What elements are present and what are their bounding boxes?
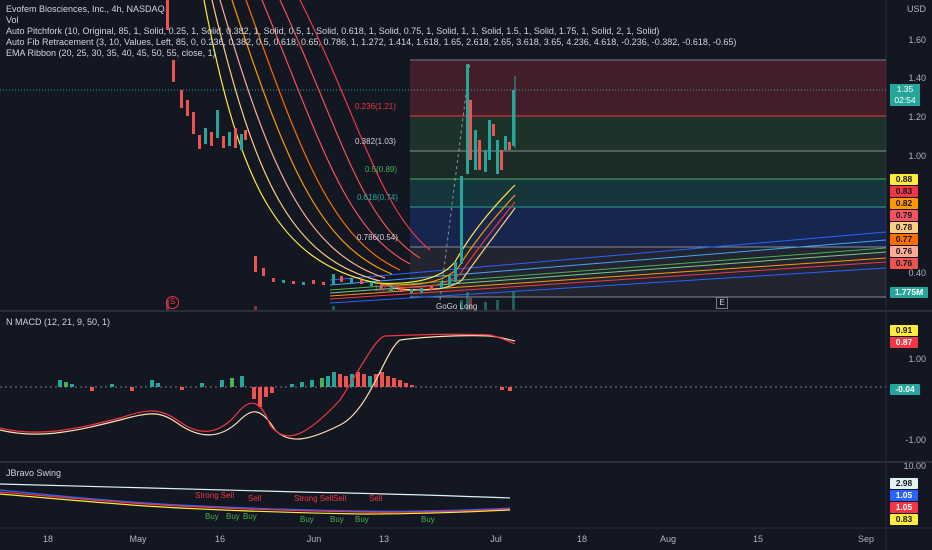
macd-axis-label: 1.00: [908, 354, 926, 364]
ema-price-tag: 0.83: [890, 186, 918, 197]
buy-signal: Buy: [226, 512, 240, 521]
buy-signal: Buy: [355, 515, 369, 524]
volume-tag: 1.775M: [890, 287, 928, 298]
fib-legend[interactable]: Auto Fib Retracement (3, 10, Values, Lef…: [6, 37, 736, 48]
buy-signal: Buy: [205, 512, 219, 521]
fib-level-label: 0.786(0.54): [357, 233, 398, 242]
split-marker[interactable]: S: [166, 296, 179, 309]
time-axis-label: 18: [576, 534, 588, 544]
jbravo-tag: 0.83: [890, 514, 918, 525]
sell-signal: Sell: [333, 494, 347, 503]
jbravo-tag: 2.98: [890, 478, 918, 489]
time-axis-label: Jun: [306, 534, 322, 544]
buy-signal: Buy: [300, 515, 314, 524]
ema-price-tag: 0.82: [890, 198, 918, 209]
ema-price-tag: 0.78: [890, 222, 918, 233]
pitchfork-legend[interactable]: Auto Pitchfork (10, Original, 85, 1, Sol…: [6, 26, 736, 37]
price-axis-label: 1.00: [908, 151, 926, 161]
current-price-tag: 1.35 02:54: [890, 84, 920, 106]
sell-signal: Sell: [369, 494, 383, 503]
price-axis-label: 1.40: [908, 73, 926, 83]
fib-level-label: 0.5(0.89): [365, 165, 398, 174]
volume-legend[interactable]: Vol: [6, 15, 736, 26]
currency-label: USD: [906, 4, 926, 14]
fib-level-label: 0.382(1.03): [355, 137, 396, 146]
fib-retracement[interactable]: [410, 59, 886, 298]
fib-level-label: 1(0.27): [374, 284, 400, 293]
macd-tag: -0.04: [890, 384, 920, 395]
sell-signal: Strong Sell: [195, 491, 235, 500]
earnings-marker[interactable]: E: [716, 297, 728, 309]
sell-signal: Strong Sell: [294, 494, 334, 503]
price-axis-label: 0.40: [908, 268, 926, 278]
price-axis-label: 1.60: [908, 35, 926, 45]
fib-level-label: 0.618(0.74): [357, 193, 398, 202]
time-axis-label: 13: [378, 534, 390, 544]
macd-tag: 0.87: [890, 337, 918, 348]
gogo-long-label: GoGo Long: [436, 302, 478, 311]
buy-signal: Buy: [421, 515, 435, 524]
macd-histogram[interactable]: [58, 372, 512, 407]
buy-signal: Buy: [330, 515, 344, 524]
time-axis-label: May: [129, 534, 147, 544]
macd-lines[interactable]: [0, 333, 516, 440]
fib-level-label: 0.236(1.21): [355, 102, 396, 111]
macd-axis-label: -1.00: [905, 435, 926, 445]
time-axis-label: Aug: [659, 534, 677, 544]
jbravo-tag: 1.05: [890, 502, 918, 513]
ema-ribbon-legend[interactable]: EMA Ribbon (20, 25, 30, 35, 40, 45, 50, …: [6, 48, 736, 59]
macd-title[interactable]: N MACD (12, 21, 9, 50, 1): [6, 317, 110, 327]
macd-tag: 0.91: [890, 325, 918, 336]
time-axis-label: 15: [752, 534, 764, 544]
time-axis-label: 18: [42, 534, 54, 544]
ema-price-tag: 0.88: [890, 174, 918, 185]
ema-price-tag: 0.76: [890, 246, 918, 257]
ema-price-tag: 0.79: [890, 210, 918, 221]
jbravo-title[interactable]: JBravo Swing: [6, 468, 61, 478]
symbol-title[interactable]: Evofem Biosciences, Inc., 4h, NASDAQ: [6, 4, 736, 15]
jbravo-tag: 1.05: [890, 490, 918, 501]
indicator-legend: Evofem Biosciences, Inc., 4h, NASDAQ Vol…: [6, 4, 736, 59]
jbravo-axis-label: 10.00: [903, 461, 926, 471]
ema-price-tag: 0.76: [890, 258, 918, 269]
sell-signal: Sell: [248, 494, 262, 503]
time-axis-label: 16: [214, 534, 226, 544]
ema-price-tag: 0.77: [890, 234, 918, 245]
chart-canvas[interactable]: [0, 0, 932, 550]
time-axis-label: Sep: [857, 534, 875, 544]
buy-signal: Buy: [243, 512, 257, 521]
price-axis-label: 1.20: [908, 112, 926, 122]
time-axis-label: Jul: [490, 534, 502, 544]
